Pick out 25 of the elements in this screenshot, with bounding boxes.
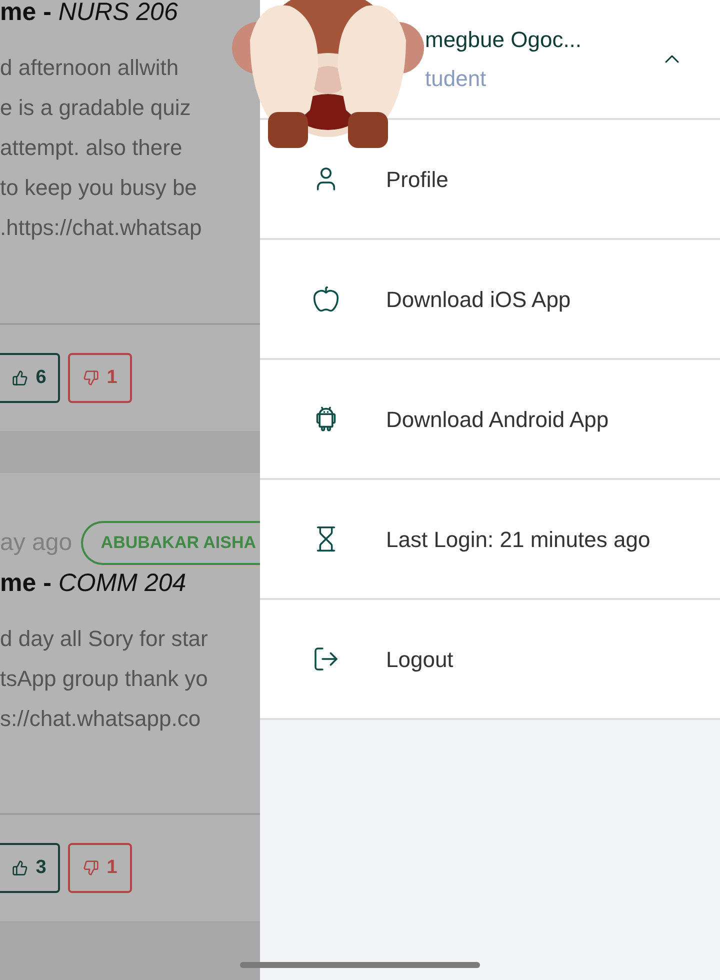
menu-item[interactable]: Download iOS App <box>260 240 720 360</box>
thumbs-up-icon <box>12 370 28 386</box>
thumbs-up-icon <box>12 860 28 876</box>
user-name: megbue Ogoc... <box>425 26 583 54</box>
menu-item[interactable]: Last Login: 21 minutes ago <box>260 480 720 600</box>
post-text: attempt. also there <box>0 134 184 162</box>
like-button[interactable]: 6 <box>0 353 60 403</box>
post-title: me - NURS 206 <box>0 0 179 28</box>
thumbs-down-icon <box>82 860 99 876</box>
post-text: e is a gradable quiz <box>0 94 192 122</box>
post-text: to keep you busy be <box>0 174 198 202</box>
post-text: d afternoon allwith <box>0 54 180 82</box>
post-text: tsApp group thank yo <box>0 665 209 693</box>
menu-item[interactable]: Download Android App <box>260 360 720 480</box>
logout-icon <box>312 645 340 673</box>
post-text: s://chat.whatsapp.co <box>0 705 202 733</box>
menu-item[interactable]: Logout <box>260 600 720 720</box>
post-title: me - COMM 204 <box>0 568 188 599</box>
post-text: .https://chat.whatsap <box>0 214 203 242</box>
like-button[interactable]: 3 <box>0 843 60 893</box>
post-text: d day all Sory for star <box>0 625 209 653</box>
thumbs-down-icon <box>82 370 99 386</box>
user-role: tudent <box>425 65 488 93</box>
apple-icon <box>312 285 340 313</box>
menu-item[interactable]: Profile <box>260 120 720 240</box>
